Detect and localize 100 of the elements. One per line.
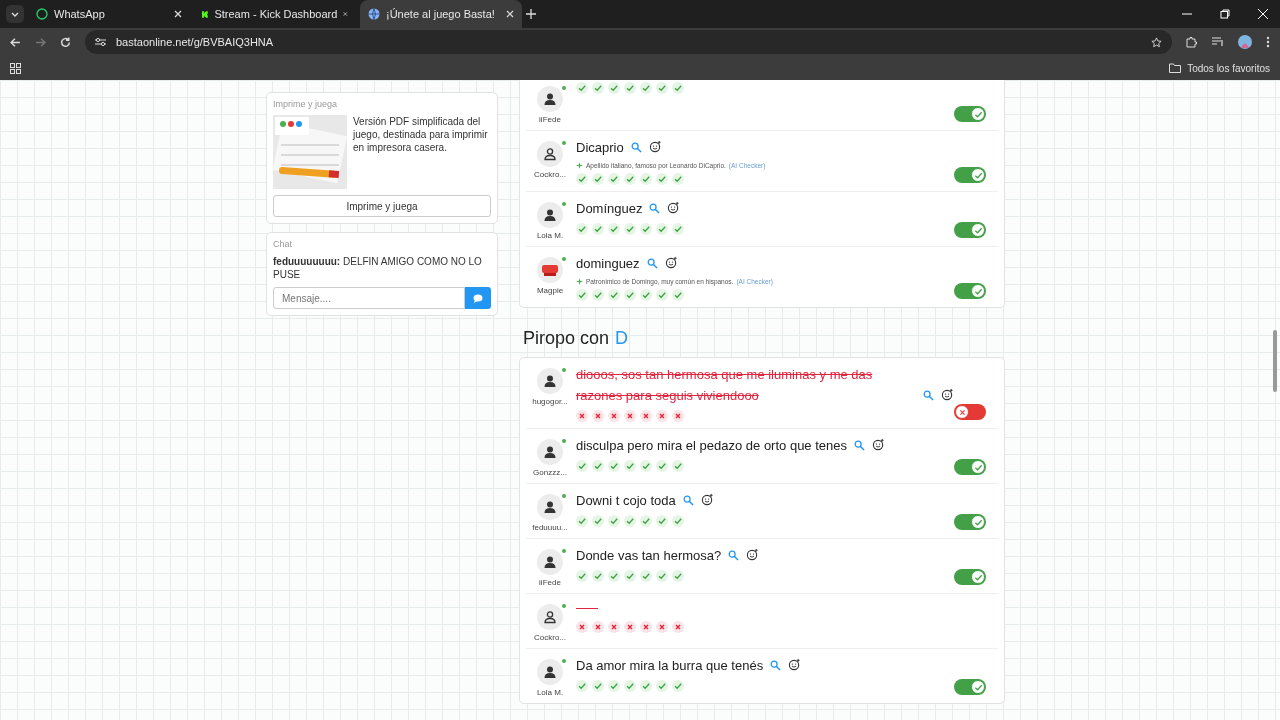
chat-message: feduuuuuuuu: DELFIN AMIGO COMO NO LO PUSE	[273, 255, 483, 281]
user-icon	[543, 374, 557, 388]
section-title: Piropo con	[523, 328, 610, 349]
close-icon[interactable]	[506, 10, 514, 18]
user-name: Lola M.	[536, 688, 564, 697]
answer-text: Domínguez	[576, 200, 643, 218]
online-dot	[562, 494, 566, 498]
browser-tab[interactable]: WhatsApp	[28, 0, 190, 28]
browser-tab[interactable]: Stream - Kick Dashboard	[194, 0, 356, 28]
online-dot	[562, 202, 566, 206]
emoji-add-icon[interactable]	[872, 438, 885, 451]
user-icon	[543, 92, 557, 106]
forward-icon[interactable]	[35, 36, 46, 48]
validity-toggle[interactable]	[954, 404, 986, 420]
sparkle-icon	[576, 162, 583, 169]
check-icon	[973, 682, 983, 692]
user-name: Cockro...	[534, 170, 566, 179]
globe-icon	[368, 8, 380, 20]
message-field[interactable]: Mensaje....	[273, 287, 465, 309]
search-icon[interactable]	[728, 550, 740, 561]
user-name: Gonzzz...	[533, 468, 567, 477]
print-button[interactable]: Imprime y juega	[273, 195, 491, 217]
send-button[interactable]	[465, 287, 491, 309]
online-dot	[562, 604, 566, 608]
emoji-add-icon[interactable]	[788, 658, 802, 671]
card-title: Imprime y juega	[273, 99, 339, 109]
validity-toggle[interactable]	[954, 222, 986, 238]
validity-toggle[interactable]	[954, 514, 986, 530]
user-name: Lola M.	[536, 231, 564, 240]
user-name: iiFede	[539, 578, 561, 587]
answer-text: diooos, sos tan hermosa que me iluminas y me das razones para seguis viviendooo	[576, 366, 874, 405]
online-dot	[562, 368, 566, 372]
check-icon	[973, 462, 983, 472]
check-icon	[973, 170, 983, 180]
emoji-add-icon[interactable]	[667, 201, 681, 214]
print-description: Versión PDF simplificada del juego, destinada para imprimir en impresora casera.	[353, 115, 488, 155]
validity-toggle[interactable]	[954, 679, 986, 695]
scrollbar-thumb[interactable]	[1273, 330, 1277, 392]
emoji-add-icon[interactable]	[746, 548, 760, 561]
media-queue-icon[interactable]	[1212, 37, 1224, 47]
check-icon	[973, 286, 983, 296]
search-icon[interactable]	[682, 495, 694, 506]
emoji-add-icon[interactable]	[648, 140, 662, 153]
validity-toggle[interactable]	[954, 459, 986, 475]
online-dot	[562, 659, 566, 663]
validity-toggle[interactable]	[954, 569, 986, 585]
user-name: Magpie	[536, 286, 564, 295]
back-icon[interactable]	[10, 36, 21, 48]
bookmarks-folder[interactable]: Todos los favoritos	[1187, 62, 1270, 74]
answer-text: Donde vas tan hermosa?	[576, 547, 722, 565]
search-icon[interactable]	[630, 142, 642, 153]
k-logo-icon	[202, 8, 209, 20]
user-icon	[543, 610, 557, 624]
check-icon	[973, 517, 983, 527]
url-text: bastaonline.net/g/BVBAIQ3HNA	[116, 36, 275, 48]
profile-avatar-icon[interactable]	[1238, 35, 1252, 49]
user-icon	[543, 147, 557, 161]
user-icon	[543, 500, 557, 514]
emoji-add-icon[interactable]	[700, 493, 714, 506]
address-bar[interactable]: bastaonline.net/g/BVBAIQ3HNA	[85, 30, 1172, 54]
search-icon[interactable]	[649, 203, 661, 214]
apps-grid-icon[interactable]	[10, 62, 21, 74]
sparkle-icon	[576, 278, 583, 285]
search-icon[interactable]	[854, 440, 865, 451]
site-settings-icon[interactable]	[95, 37, 106, 47]
search-icon[interactable]	[646, 258, 658, 269]
answer-text: Dicaprio	[576, 139, 624, 157]
answer-text: Downi t cojo toda	[576, 492, 676, 510]
star-icon[interactable]	[1151, 36, 1162, 48]
close-icon[interactable]	[174, 10, 182, 18]
validity-toggle[interactable]	[954, 283, 986, 299]
online-dot	[562, 549, 566, 553]
user-name: feduuuu...	[532, 523, 568, 532]
user-icon	[543, 445, 557, 459]
puzzle-icon[interactable]	[1186, 36, 1198, 48]
search-icon[interactable]	[770, 660, 782, 671]
user-name: Cockro...	[534, 633, 566, 642]
stop-sign-icon	[541, 263, 559, 277]
user-icon	[543, 555, 557, 569]
emoji-add-icon[interactable]	[664, 256, 678, 269]
online-dot	[562, 141, 566, 145]
check-icon	[973, 225, 983, 235]
online-dot	[562, 439, 566, 443]
folder-icon	[1169, 63, 1182, 73]
user-name: iiFede	[539, 115, 561, 124]
validity-toggle[interactable]	[954, 106, 986, 122]
restore-icon[interactable]	[1220, 9, 1230, 19]
tab-search-icon[interactable]	[6, 5, 24, 23]
menu-icon[interactable]	[1266, 36, 1270, 48]
card-title: Chat	[273, 239, 293, 249]
emoji-add-icon[interactable]	[941, 388, 954, 401]
search-icon[interactable]	[923, 390, 934, 401]
reload-icon[interactable]	[60, 36, 71, 48]
browser-tab[interactable]: ¡Únete al juego Basta!	[360, 0, 522, 28]
user-name: hugogor...	[532, 397, 568, 406]
user-icon	[543, 665, 557, 679]
answer-text: Da amor mira la burra que tenés	[576, 657, 764, 675]
cross-icon	[958, 408, 966, 416]
new-tab-icon[interactable]	[526, 9, 536, 19]
validity-toggle[interactable]	[954, 167, 986, 183]
